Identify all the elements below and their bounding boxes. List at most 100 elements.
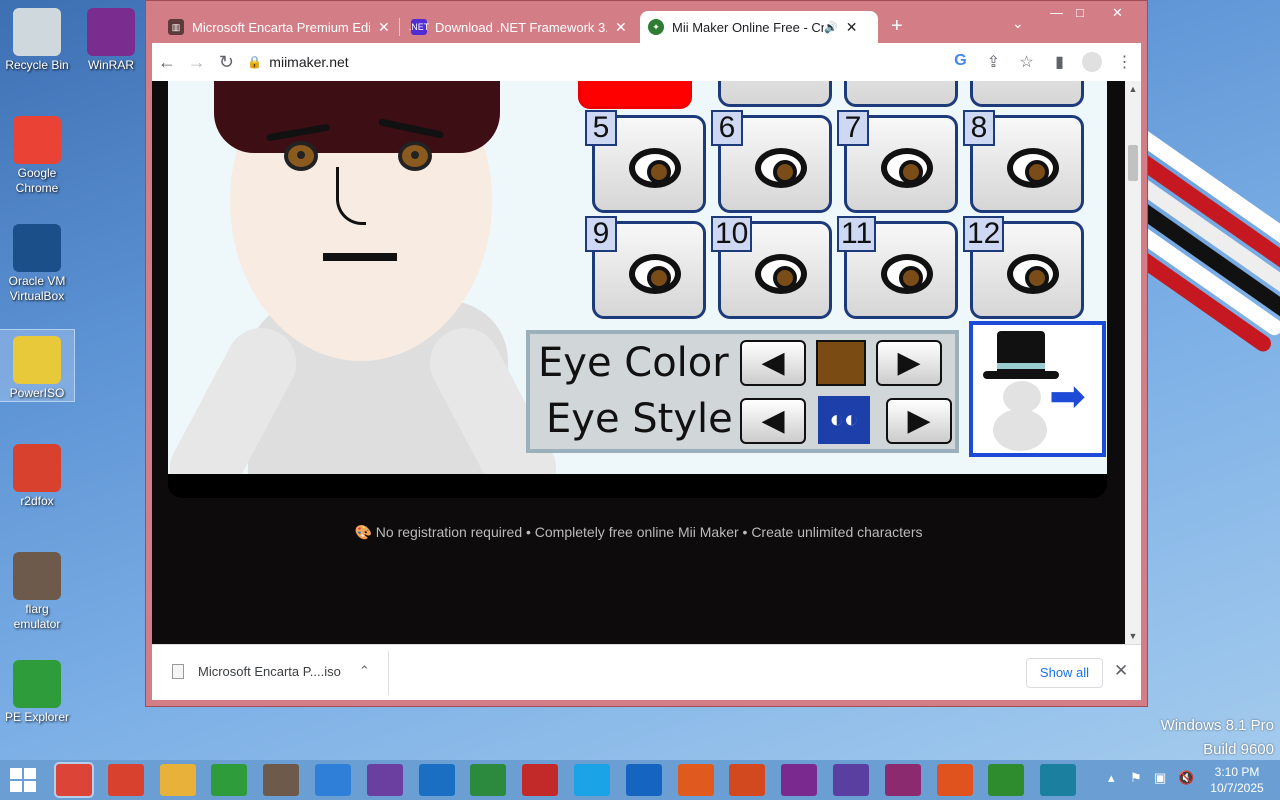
tab-title: Microsoft Encarta Premium Editio <box>192 19 370 35</box>
onedrive-icon[interactable] <box>625 764 662 796</box>
weather-icon[interactable] <box>315 764 351 796</box>
close-tab-icon[interactable]: ✕ <box>846 19 858 36</box>
eye-option-3[interactable] <box>844 81 958 107</box>
back-button[interactable]: ← <box>152 52 182 73</box>
eye-option-9[interactable]: 9 <box>585 216 706 319</box>
desktop-icon[interactable]: Oracle VM VirtualBox <box>0 218 74 304</box>
url-text[interactable]: miimaker.net <box>269 54 348 70</box>
archive-icon: ▥ <box>168 19 184 35</box>
eye-option-number: 6 <box>711 110 743 146</box>
eye-option-10[interactable]: 10 <box>711 216 832 319</box>
camera-icon[interactable] <box>884 764 921 796</box>
chrome-icon[interactable] <box>54 762 94 798</box>
close-tab-icon[interactable]: ✕ <box>615 19 627 36</box>
close-tab-icon[interactable]: ✕ <box>378 19 390 36</box>
show-all-button[interactable]: Show all <box>1026 658 1103 688</box>
onenote-icon[interactable] <box>781 764 818 796</box>
lock-icon[interactable]: 🔒 <box>247 55 269 69</box>
flarg-emulator-icon <box>13 552 61 600</box>
r2dfox-icon <box>13 444 61 492</box>
minimize-button[interactable]: — <box>1050 5 1063 20</box>
flag-icon[interactable]: ⚑ <box>1130 770 1142 786</box>
file-explorer-icon[interactable] <box>159 764 196 796</box>
scroll-up-icon[interactable]: ▲ <box>1125 84 1141 94</box>
bookmark-star-icon[interactable]: ☆ <box>1010 52 1043 72</box>
eye-option-6[interactable]: 6 <box>711 110 832 213</box>
eye-controls-panel: Eye Color ◀ ▶ Eye Style ◀ ◐◐ ▶ <box>526 330 959 453</box>
calendar-icon[interactable] <box>833 764 869 796</box>
eye-option-5[interactable]: 5 <box>585 110 706 213</box>
mii-left-eye <box>284 141 318 171</box>
eye-option-12[interactable]: 12 <box>963 216 1084 319</box>
chrome-window: ▥ Microsoft Encarta Premium Editio ✕ .NE… <box>145 0 1148 707</box>
finance-icon[interactable] <box>470 764 507 796</box>
download-item[interactable]: Microsoft Encarta P....iso ⌃ <box>172 663 370 679</box>
eye-option-7[interactable]: 7 <box>837 110 958 213</box>
new-tab-button[interactable]: + <box>891 15 903 38</box>
volume-muted-icon[interactable]: 🔇 <box>1178 770 1194 786</box>
audio-icon[interactable]: 🔊 <box>824 21 838 34</box>
clock[interactable]: 3:10 PM 10/7/2025 <box>1198 764 1276 796</box>
browser-toolbar: ← → ↻ 🔒 miimaker.net G ⇪ ☆ ▮ ⋮ <box>152 43 1141 81</box>
close-shelf-button[interactable]: ✕ <box>1114 661 1128 681</box>
eye-style-prev-button[interactable]: ◀ <box>740 398 806 444</box>
food-icon[interactable] <box>1040 764 1077 796</box>
eye-style-next-button[interactable]: ▶ <box>886 398 952 444</box>
desktop-icon[interactable]: Recycle Bin <box>0 2 74 73</box>
scrollbar-thumb[interactable] <box>1128 145 1138 181</box>
side-panel-icon[interactable]: ▮ <box>1043 52 1076 72</box>
tab-search-chevron-icon[interactable]: ⌄ <box>1012 15 1024 32</box>
desktop-icon[interactable]: PE Explorer <box>0 654 74 725</box>
xbox-games-icon[interactable] <box>988 764 1025 796</box>
desktop-icon[interactable]: WinRAR <box>74 2 148 73</box>
menu-kebab-icon[interactable]: ⋮ <box>1108 52 1141 72</box>
tab-encarta[interactable]: ▥ Microsoft Encarta Premium Editio ✕ <box>160 11 398 43</box>
skype-icon[interactable] <box>574 764 610 796</box>
reload-button[interactable]: ↻ <box>212 52 242 73</box>
share-icon[interactable]: ⇪ <box>977 52 1010 72</box>
mii-icon: ✦ <box>648 19 664 35</box>
google-lens-icon[interactable]: G <box>944 52 977 72</box>
page-scrollbar[interactable]: ▲ ▼ <box>1125 81 1141 644</box>
eye-color-prev-button[interactable]: ◀ <box>740 340 806 386</box>
music-icon[interactable] <box>936 764 973 796</box>
tab-mii-maker[interactable]: ✦ Mii Maker Online Free - Crea 🔊 ✕ <box>640 11 878 43</box>
flarg-icon[interactable] <box>263 764 300 796</box>
eye-option-number: 10 <box>711 216 753 252</box>
r2dfox-icon[interactable] <box>107 764 144 796</box>
next-category-button[interactable]: ➡ <box>969 321 1106 457</box>
mail-icon[interactable] <box>418 764 455 796</box>
desktop-icon[interactable]: PowerISO <box>0 329 75 402</box>
help-icon[interactable] <box>677 764 714 796</box>
eye-color-next-button[interactable]: ▶ <box>876 340 942 386</box>
desktop-icon[interactable]: flarg emulator <box>0 546 74 632</box>
desktop-icon[interactable]: Google Chrome <box>0 110 74 196</box>
desktop-icon-label: PE Explorer <box>4 710 70 724</box>
close-window-button[interactable]: ✕ <box>1112 5 1123 21</box>
trophy-icon[interactable] <box>366 764 403 796</box>
start-button[interactable] <box>10 768 36 792</box>
download-filename[interactable]: Microsoft Encarta P....iso <box>198 664 341 679</box>
eye-option-selected[interactable] <box>578 81 692 109</box>
people-icon[interactable] <box>729 764 766 796</box>
chevron-up-icon[interactable]: ⌃ <box>359 663 370 679</box>
scroll-down-icon[interactable]: ▼ <box>1125 631 1141 641</box>
mii-maker-canvas[interactable]: 5 6 7 8 9 10 11 12 Eye Color ◀ ▶ Eye Style ◀ ◐◐… <box>168 81 1107 474</box>
forward-button[interactable]: → <box>182 52 212 73</box>
tab-dotnet[interactable]: .NET Download .NET Framework 3.5 SP ✕ <box>403 11 635 43</box>
eye-option-11[interactable]: 11 <box>837 216 958 319</box>
store-icon[interactable] <box>211 764 248 796</box>
profile-avatar[interactable] <box>1082 52 1102 72</box>
file-icon <box>172 663 184 679</box>
footer-note: 🎨 No registration required • Completely … <box>354 524 923 540</box>
maximize-button[interactable]: □ <box>1076 5 1084 20</box>
eye-option-2[interactable] <box>718 81 832 107</box>
desktop-icon[interactable]: r2dfox <box>0 438 74 509</box>
desktop-icon-label: Oracle VM <box>8 274 66 288</box>
eye-option-4[interactable] <box>970 81 1084 107</box>
eye-option-8[interactable]: 8 <box>963 110 1084 213</box>
show-hidden-icons-icon[interactable]: ▴ <box>1108 770 1115 786</box>
network-icon[interactable]: ▣ <box>1154 770 1166 786</box>
address-bar[interactable]: 🔒 miimaker.net <box>247 47 930 77</box>
media-icon[interactable] <box>522 764 559 796</box>
